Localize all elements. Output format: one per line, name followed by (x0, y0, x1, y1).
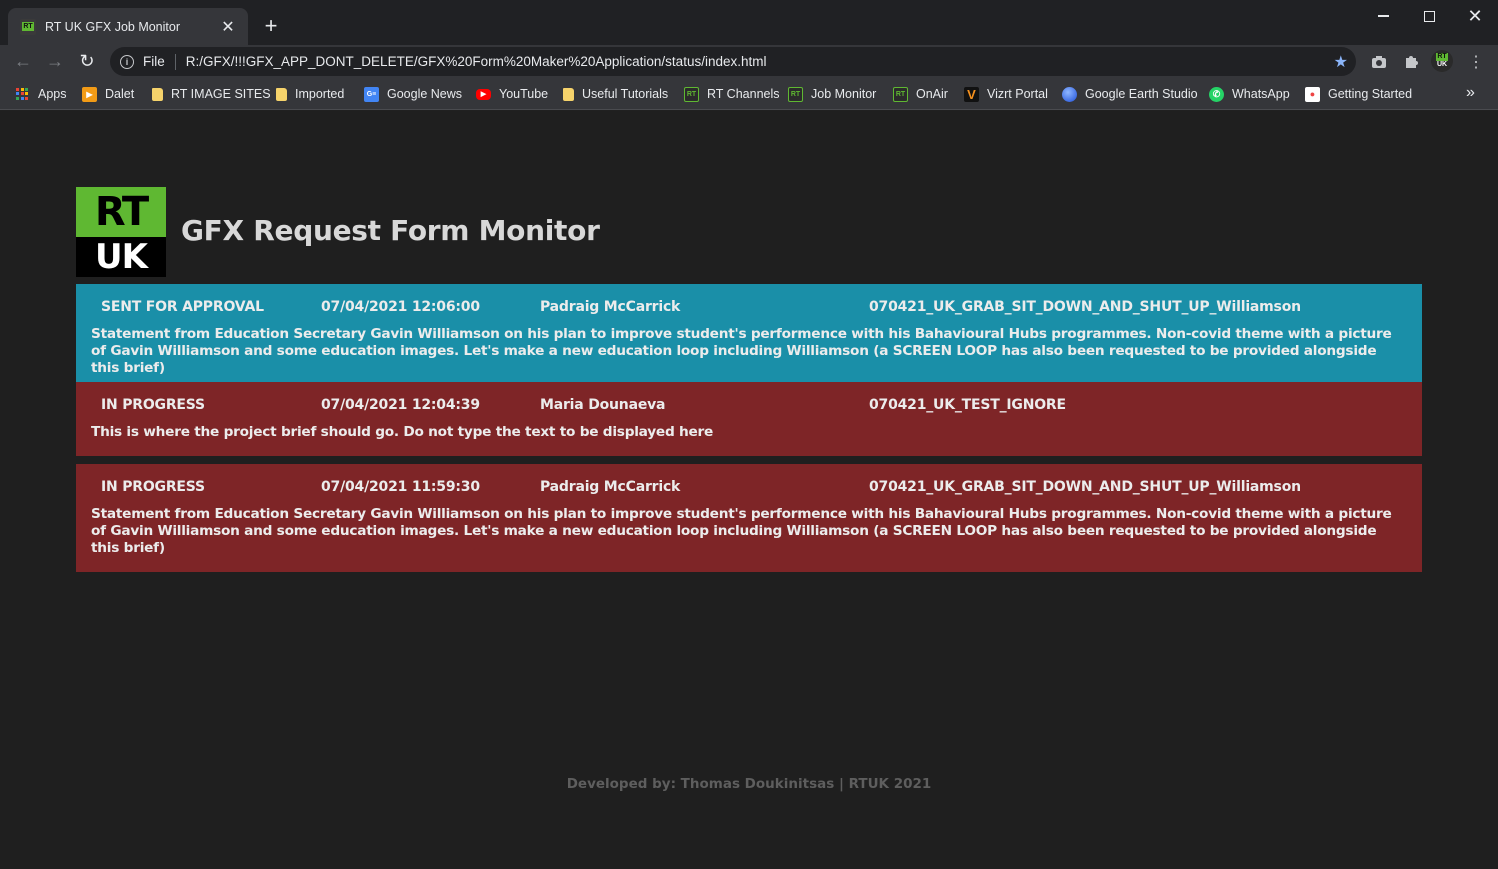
rt-favicon-icon: RT (20, 18, 36, 35)
close-window-button[interactable]: ✕ (1452, 0, 1498, 32)
rt-icon: RT (893, 86, 908, 102)
job-requester: Padraig McCarrick (540, 299, 681, 315)
bookmark-rt-channels[interactable]: RT RT Channels (684, 85, 780, 103)
profile-avatar[interactable]: RT UK (1431, 49, 1453, 73)
job-requester: Padraig McCarrick (540, 479, 681, 495)
job-brief: This is where the project brief should g… (91, 424, 714, 440)
folder-icon (152, 87, 163, 101)
job-datetime: 07/04/2021 12:04:39 (321, 397, 480, 413)
firefox-icon: ● (1305, 86, 1320, 102)
job-code: 070421_UK_GRAB_SIT_DOWN_AND_SHUT_UP_Will… (869, 299, 1301, 315)
scheme-label: File (143, 54, 165, 69)
vizrt-icon: V (964, 86, 979, 102)
google-news-icon: G≡ (364, 86, 379, 102)
folder-icon (563, 87, 574, 101)
bookmarks-bar: Apps ▶ Dalet RT IMAGE SITES Imported G≡ … (0, 78, 1498, 110)
job-status: SENT FOR APPROVAL (101, 299, 264, 315)
bookmark-onair[interactable]: RT OnAir (893, 85, 948, 103)
bookmark-google-news[interactable]: G≡ Google News (364, 85, 462, 103)
camera-icon[interactable] (1368, 51, 1390, 73)
reload-icon[interactable]: ↻ (73, 47, 101, 75)
close-tab-icon[interactable]: ✕ (218, 17, 238, 37)
forward-arrow-icon[interactable]: → (41, 47, 69, 75)
rt-icon: RT (684, 86, 699, 102)
earth-icon (1062, 86, 1077, 102)
menu-dots-icon[interactable]: ⋮ (1465, 51, 1487, 73)
job-datetime: 07/04/2021 12:06:00 (321, 299, 480, 315)
job-card[interactable]: SENT FOR APPROVAL 07/04/2021 12:06:00 Pa… (76, 284, 1422, 392)
new-tab-icon[interactable]: + (258, 13, 284, 39)
job-code: 070421_UK_TEST_IGNORE (869, 397, 1066, 413)
more-bookmarks-icon[interactable]: » (1466, 84, 1475, 102)
extensions-puzzle-icon[interactable] (1400, 51, 1422, 73)
job-card[interactable]: IN PROGRESS 07/04/2021 11:59:30 Padraig … (76, 464, 1422, 572)
bookmark-getting-started[interactable]: ● Getting Started (1305, 85, 1412, 103)
bookmark-vizrt-portal[interactable]: V Vizrt Portal (964, 85, 1048, 103)
info-icon[interactable]: i (120, 54, 134, 69)
browser-toolbar: ← → ↻ i File R:/GFX/!!!GFX_APP_DONT_DELE… (0, 45, 1498, 78)
job-brief: Statement from Education Secretary Gavin… (91, 506, 1392, 556)
job-status: IN PROGRESS (101, 397, 205, 413)
job-datetime: 07/04/2021 11:59:30 (321, 479, 480, 495)
url-text[interactable]: R:/GFX/!!!GFX_APP_DONT_DELETE/GFX%20Form… (186, 54, 767, 69)
maximize-window-button[interactable] (1406, 0, 1452, 32)
bookmark-rt-image-sites[interactable]: RT IMAGE SITES (152, 85, 271, 103)
job-code: 070421_UK_GRAB_SIT_DOWN_AND_SHUT_UP_Will… (869, 479, 1301, 495)
divider (174, 53, 176, 70)
bookmark-apps[interactable]: Apps (15, 85, 67, 103)
job-status: IN PROGRESS (101, 479, 205, 495)
page-content: RT UK GFX Request Form Monitor SENT FOR … (0, 111, 1498, 869)
bookmark-google-earth-studio[interactable]: Google Earth Studio (1062, 85, 1198, 103)
folder-icon (276, 87, 287, 101)
bookmark-job-monitor[interactable]: RT Job Monitor (788, 85, 876, 103)
rt-icon: RT (788, 86, 803, 102)
minimize-window-button[interactable] (1360, 0, 1406, 32)
job-requester: Maria Dounaeva (540, 397, 666, 413)
bookmark-whatsapp[interactable]: ✆ WhatsApp (1209, 85, 1290, 103)
bookmark-youtube[interactable]: ▶ YouTube (476, 85, 548, 103)
rt-uk-logo: RT UK (76, 187, 166, 277)
bookmark-imported[interactable]: Imported (276, 85, 344, 103)
apps-grid-icon (15, 87, 30, 102)
footer-credit: Developed by: Thomas Doukinitsas | RTUK … (566, 776, 932, 792)
youtube-icon: ▶ (476, 88, 491, 100)
dalet-icon: ▶ (82, 86, 97, 102)
bookmark-dalet[interactable]: ▶ Dalet (82, 85, 134, 103)
address-bar[interactable]: i File R:/GFX/!!!GFX_APP_DONT_DELETE/GFX… (110, 47, 1356, 76)
bookmark-useful-tutorials[interactable]: Useful Tutorials (563, 85, 668, 103)
job-card[interactable]: IN PROGRESS 07/04/2021 12:04:39 Maria Do… (76, 382, 1422, 456)
browser-titlebar: RT RT UK GFX Job Monitor ✕ + ✕ (0, 0, 1498, 45)
bookmark-star-icon[interactable]: ★ (1334, 52, 1348, 72)
whatsapp-icon: ✆ (1209, 86, 1224, 102)
page-title: GFX Request Form Monitor (181, 214, 600, 247)
browser-tab[interactable]: RT RT UK GFX Job Monitor ✕ (8, 8, 248, 45)
tab-title: RT UK GFX Job Monitor (45, 19, 180, 34)
back-arrow-icon[interactable]: ← (9, 47, 37, 75)
